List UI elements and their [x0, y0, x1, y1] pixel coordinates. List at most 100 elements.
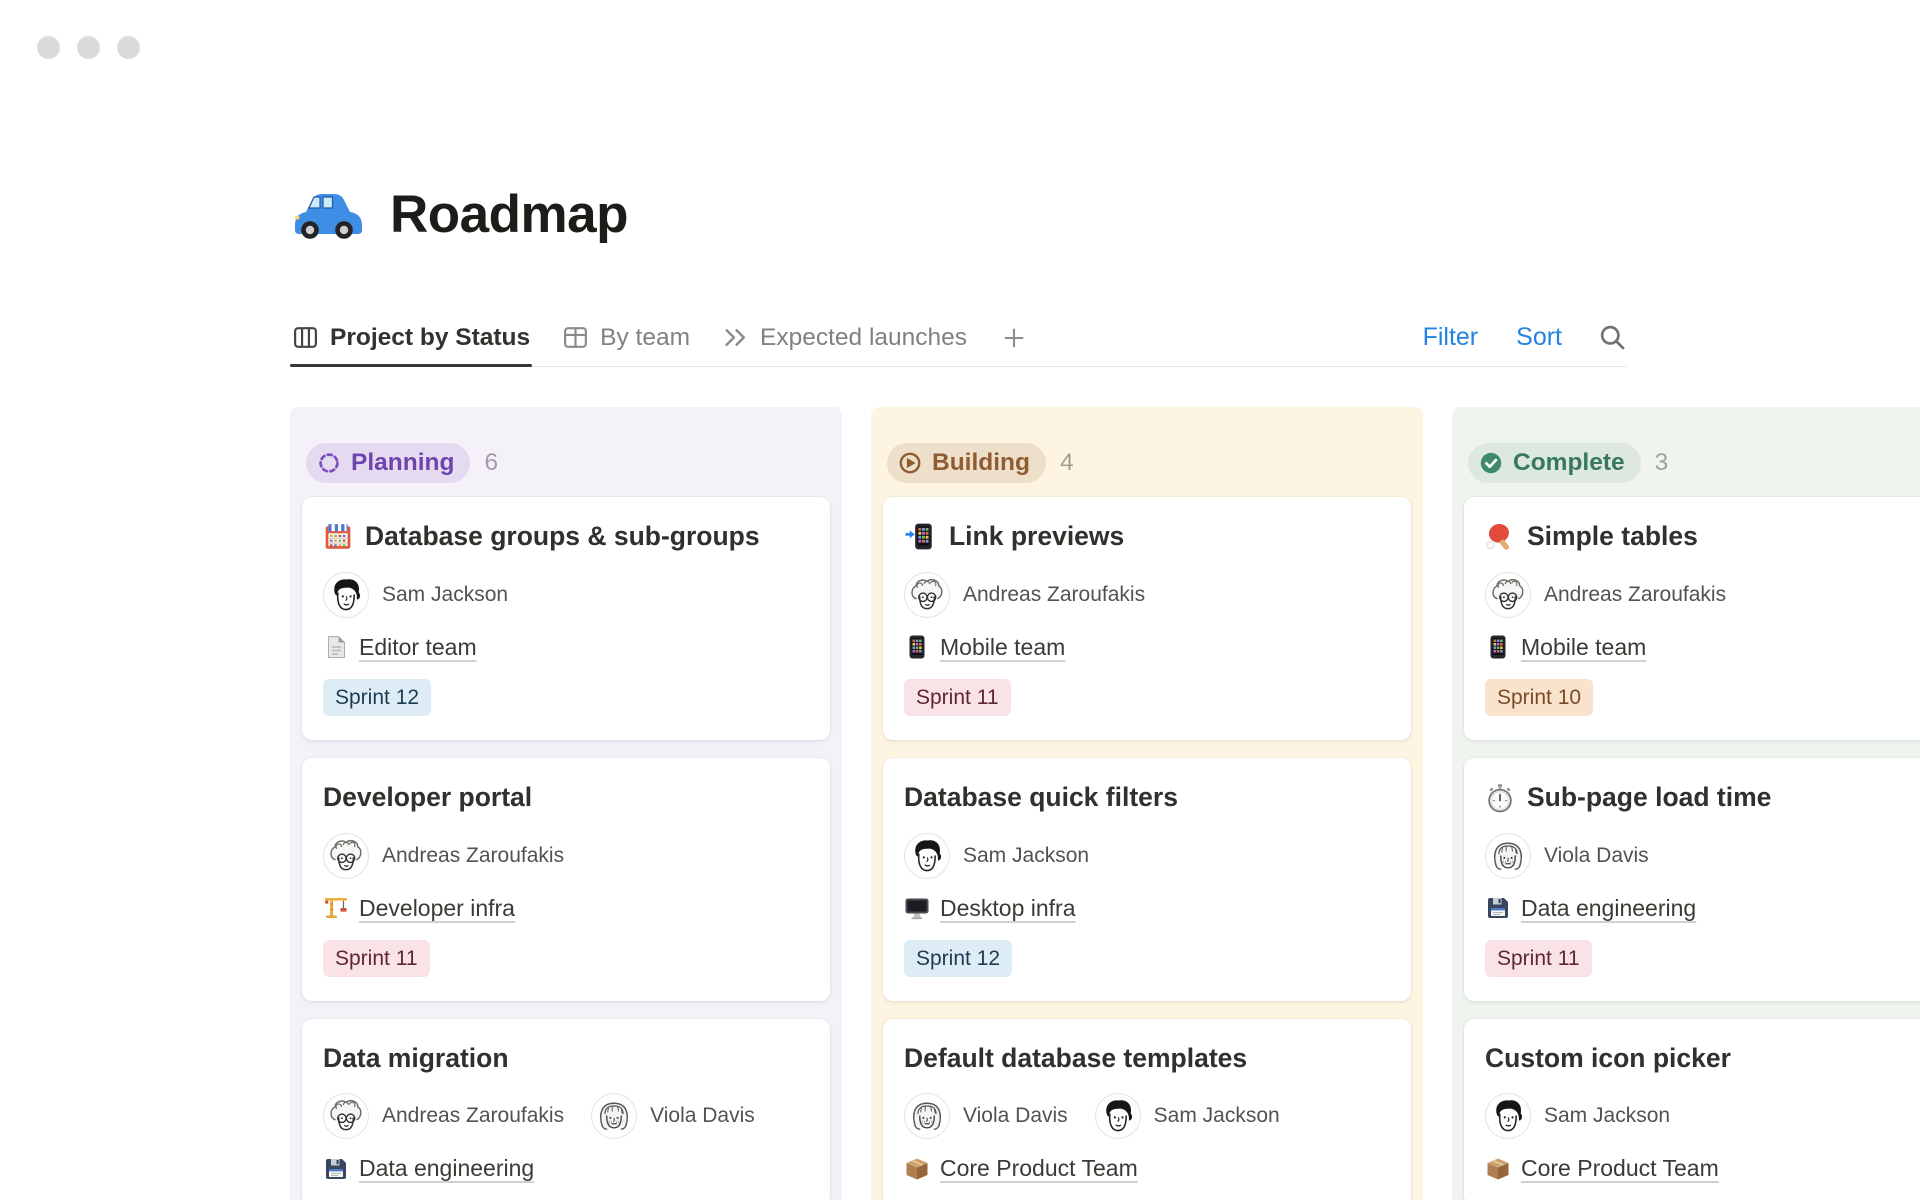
avatar — [591, 1093, 637, 1139]
card-default-database-templates[interactable]: Default database templates Viola Davis S… — [883, 1019, 1411, 1200]
view-tab-bar: Project by Status By team Expected launc… — [290, 309, 1627, 367]
status-label: Planning — [351, 449, 454, 477]
team-link[interactable]: Desktop infra — [940, 895, 1076, 922]
team-row: Desktop infra — [904, 895, 1390, 922]
avatar — [1485, 572, 1531, 618]
avatar — [323, 1093, 369, 1139]
card-title: Simple tables — [1485, 521, 1920, 553]
page-header: Roadmap — [290, 0, 1920, 245]
assignee-name: Sam Jackson — [1544, 1104, 1670, 1128]
tab-by-team[interactable]: By team — [560, 309, 692, 366]
team-link[interactable]: Developer infra — [359, 895, 515, 922]
avatar — [1485, 1093, 1531, 1139]
card-developer-portal[interactable]: Developer portal Andreas Zaroufakis Deve… — [302, 758, 830, 1001]
assignee-row: Viola Davis Sam Jackson — [904, 1093, 1390, 1139]
desktop-computer-icon — [904, 895, 930, 921]
tab-project-by-status[interactable]: Project by Status — [290, 309, 532, 366]
window-dot — [117, 36, 140, 59]
team-link[interactable]: Core Product Team — [940, 1155, 1138, 1182]
mobile-phone-icon — [1485, 634, 1511, 660]
team-link[interactable]: Mobile team — [940, 634, 1065, 661]
column-complete: Complete 3 Simple tables Andreas Zaroufa… — [1452, 407, 1920, 1200]
card-title: Data migration — [323, 1043, 809, 1075]
card-custom-icon-picker[interactable]: Custom icon picker Sam Jackson Core Prod… — [1464, 1019, 1920, 1200]
assignee-name: Viola Davis — [1544, 844, 1649, 868]
card-list: Link previews Andreas Zaroufakis Mobile … — [871, 497, 1423, 1200]
sprint-tag: Sprint 11 — [323, 940, 430, 977]
team-row: Mobile team — [904, 634, 1390, 661]
window-controls — [37, 36, 140, 59]
card-data-migration[interactable]: Data migration Andreas Zaroufakis Viola … — [302, 1019, 830, 1200]
avatar — [904, 833, 950, 879]
card-database-groups[interactable]: Database groups & sub-groups Sam Jackson… — [302, 497, 830, 740]
assignee-row: Sam Jackson — [904, 833, 1390, 879]
double-chevron-icon — [722, 324, 749, 351]
ping-pong-emoji-icon — [1485, 522, 1515, 552]
team-row: Mobile team — [1485, 634, 1920, 661]
assignee-row: Sam Jackson — [1485, 1093, 1920, 1139]
assignee-row: Andreas Zaroufakis — [904, 572, 1390, 618]
team-link[interactable]: Core Product Team — [1521, 1155, 1719, 1182]
floppy-disk-icon — [1485, 895, 1511, 921]
card-link-previews[interactable]: Link previews Andreas Zaroufakis Mobile … — [883, 497, 1411, 740]
card-simple-tables[interactable]: Simple tables Andreas Zaroufakis Mobile … — [1464, 497, 1920, 740]
assignee-name: Andreas Zaroufakis — [382, 844, 564, 868]
construction-crane-icon — [323, 895, 349, 921]
team-row: Developer infra — [323, 895, 809, 922]
assignee-name: Andreas Zaroufakis — [382, 1104, 564, 1128]
team-link[interactable]: Mobile team — [1521, 634, 1646, 661]
card-title: Sub-page load time — [1485, 782, 1920, 814]
team-row: Data engineering — [1485, 895, 1920, 922]
sprint-tag: Sprint 10 — [1485, 679, 1593, 716]
search-button[interactable] — [1598, 323, 1627, 352]
card-title: Developer portal — [323, 782, 809, 814]
column-count: 4 — [1060, 449, 1074, 477]
status-pill-complete[interactable]: Complete — [1468, 443, 1641, 483]
card-title: Database groups & sub-groups — [323, 521, 809, 553]
check-circle-status-icon — [1478, 450, 1504, 476]
sprint-tag: Sprint 11 — [904, 679, 1011, 716]
assignee-name: Andreas Zaroufakis — [963, 583, 1145, 607]
add-view-button[interactable] — [1001, 325, 1027, 351]
plus-icon — [1001, 325, 1027, 351]
page: Roadmap Project by Status By team Expect… — [290, 0, 1920, 1200]
assignee: Viola Davis — [591, 1093, 755, 1139]
status-pill-building[interactable]: Building — [887, 443, 1046, 483]
team-row: Core Product Team — [904, 1155, 1390, 1182]
assignee: Sam Jackson — [904, 833, 1089, 879]
team-link[interactable]: Data engineering — [1521, 895, 1696, 922]
card-database-quick-filters[interactable]: Database quick filters Sam Jackson Deskt… — [883, 758, 1411, 1001]
board-view-icon — [292, 324, 319, 351]
tab-label: By team — [600, 324, 690, 352]
assignee-row: Sam Jackson — [323, 572, 809, 618]
column-planning: Planning 6 Database groups & sub-groups … — [290, 407, 842, 1200]
card-title: Custom icon picker — [1485, 1043, 1920, 1075]
assignee-name: Viola Davis — [963, 1104, 1068, 1128]
sort-button[interactable]: Sort — [1516, 323, 1562, 352]
team-row: Data engineering — [323, 1155, 809, 1182]
tab-label: Project by Status — [330, 324, 530, 352]
status-label: Complete — [1513, 449, 1625, 477]
status-pill-planning[interactable]: Planning — [306, 443, 470, 483]
assignee-name: Sam Jackson — [382, 583, 508, 607]
assignee: Sam Jackson — [1485, 1093, 1670, 1139]
team-link[interactable]: Editor team — [359, 634, 477, 661]
kanban-board: Planning 6 Database groups & sub-groups … — [290, 407, 1920, 1200]
avatar — [904, 572, 950, 618]
filter-button[interactable]: Filter — [1423, 323, 1479, 352]
package-icon — [904, 1156, 930, 1182]
team-link[interactable]: Data engineering — [359, 1155, 534, 1182]
team-row: Editor team — [323, 634, 809, 661]
column-header: Complete 3 — [1452, 407, 1920, 497]
package-icon — [1485, 1156, 1511, 1182]
tab-expected-launches[interactable]: Expected launches — [720, 309, 969, 366]
page-icon — [323, 634, 349, 660]
card-title: Database quick filters — [904, 782, 1390, 814]
status-label: Building — [932, 449, 1030, 477]
card-sub-page-load-time[interactable]: Sub-page load time Viola Davis Data engi… — [1464, 758, 1920, 1001]
window-dot — [37, 36, 60, 59]
page-title: Roadmap — [390, 184, 628, 245]
search-icon — [1598, 323, 1627, 352]
assignee-row: Andreas Zaroufakis — [1485, 572, 1920, 618]
window-dot — [77, 36, 100, 59]
